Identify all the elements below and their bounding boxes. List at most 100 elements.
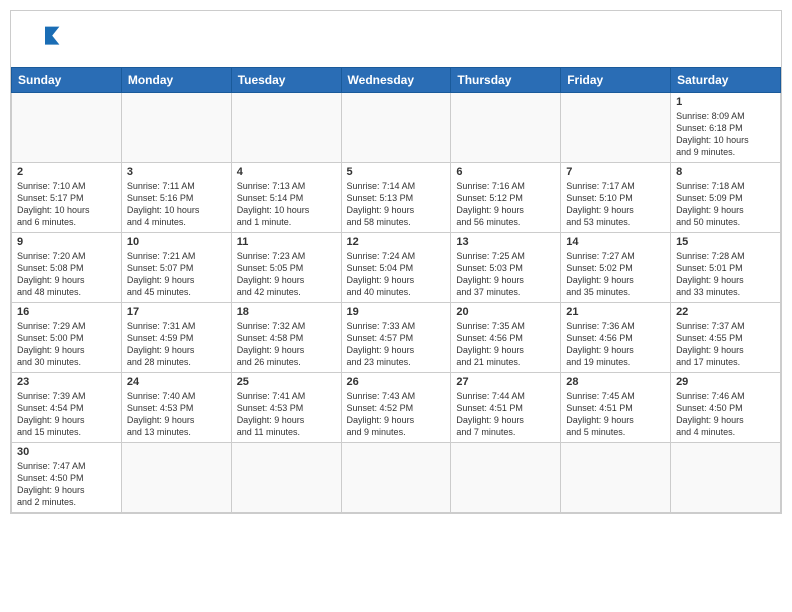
day-number: 19 [347, 306, 446, 318]
day-info: Sunrise: 7:37 AM Sunset: 4:55 PM Dayligh… [676, 320, 775, 369]
logo-icon [27, 23, 63, 59]
calendar-cell: 21 Sunrise: 7:36 AM Sunset: 4:56 PM Dayli… [561, 303, 671, 373]
calendar-cell: 20 Sunrise: 7:35 AM Sunset: 4:56 PM Dayli… [451, 303, 561, 373]
calendar-cell [451, 443, 561, 513]
calendar-cell [231, 443, 341, 513]
day-info: Sunrise: 7:45 AM Sunset: 4:51 PM Dayligh… [566, 390, 665, 439]
calendar-cell: 1 Sunrise: 8:09 AM Sunset: 6:18 PM Daylig… [671, 93, 781, 163]
calendar-cell: 14 Sunrise: 7:27 AM Sunset: 5:02 PM Dayli… [561, 233, 671, 303]
day-info: Sunrise: 7:47 AM Sunset: 4:50 PM Dayligh… [17, 460, 116, 509]
day-number: 21 [566, 306, 665, 318]
day-info: Sunrise: 7:21 AM Sunset: 5:07 PM Dayligh… [127, 250, 226, 299]
calendar-cell: 3 Sunrise: 7:11 AM Sunset: 5:16 PM Daylig… [121, 163, 231, 233]
calendar-cell: 11 Sunrise: 7:23 AM Sunset: 5:05 PM Dayli… [231, 233, 341, 303]
calendar-cell: 9Sunrise: 7:20 AM Sunset: 5:08 PM Daylig… [12, 233, 122, 303]
day-info: Sunrise: 7:41 AM Sunset: 4:53 PM Dayligh… [237, 390, 336, 439]
day-number: 14 [566, 236, 665, 248]
day-info: Sunrise: 7:36 AM Sunset: 4:56 PM Dayligh… [566, 320, 665, 369]
day-info: Sunrise: 8:09 AM Sunset: 6:18 PM Dayligh… [676, 110, 775, 159]
weekday-thursday: Thursday [451, 68, 561, 93]
calendar-cell: 19Sunrise: 7:33 AM Sunset: 4:57 PM Dayli… [341, 303, 451, 373]
week-row-2: 2 Sunrise: 7:10 AM Sunset: 5:17 PM Daylig… [12, 163, 781, 233]
day-info: Sunrise: 7:11 AM Sunset: 5:16 PM Dayligh… [127, 180, 226, 229]
weekday-header-row: SundayMondayTuesdayWednesdayThursdayFrid… [12, 68, 781, 93]
day-info: Sunrise: 7:13 AM Sunset: 5:14 PM Dayligh… [237, 180, 336, 229]
calendar-cell: 17 Sunrise: 7:31 AM Sunset: 4:59 PM Dayli… [121, 303, 231, 373]
calendar-cell: 12 Sunrise: 7:24 AM Sunset: 5:04 PM Dayli… [341, 233, 451, 303]
day-number: 29 [676, 376, 775, 388]
calendar-cell: 23 Sunrise: 7:39 AM Sunset: 4:54 PM Dayli… [12, 373, 122, 443]
weekday-sunday: Sunday [12, 68, 122, 93]
day-number: 13 [456, 236, 555, 248]
day-number: 1 [676, 96, 775, 108]
day-number: 16 [17, 306, 116, 318]
weekday-wednesday: Wednesday [341, 68, 451, 93]
day-number: 10 [127, 236, 226, 248]
calendar-cell [341, 93, 451, 163]
calendar-page: SundayMondayTuesdayWednesdayThursdayFrid… [10, 10, 782, 514]
day-info: Sunrise: 7:35 AM Sunset: 4:56 PM Dayligh… [456, 320, 555, 369]
day-info: Sunrise: 7:32 AM Sunset: 4:58 PM Dayligh… [237, 320, 336, 369]
week-row-4: 16 Sunrise: 7:29 AM Sunset: 5:00 PM Dayli… [12, 303, 781, 373]
day-number: 12 [347, 236, 446, 248]
day-info: Sunrise: 7:24 AM Sunset: 5:04 PM Dayligh… [347, 250, 446, 299]
calendar-cell: 24Sunrise: 7:40 AM Sunset: 4:53 PM Dayli… [121, 373, 231, 443]
day-info: Sunrise: 7:17 AM Sunset: 5:10 PM Dayligh… [566, 180, 665, 229]
day-info: Sunrise: 7:14 AM Sunset: 5:13 PM Dayligh… [347, 180, 446, 229]
calendar-cell: 8 Sunrise: 7:18 AM Sunset: 5:09 PM Daylig… [671, 163, 781, 233]
day-number: 15 [676, 236, 775, 248]
day-info: Sunrise: 7:44 AM Sunset: 4:51 PM Dayligh… [456, 390, 555, 439]
weekday-saturday: Saturday [671, 68, 781, 93]
day-number: 17 [127, 306, 226, 318]
calendar-cell [231, 93, 341, 163]
calendar-cell: 7 Sunrise: 7:17 AM Sunset: 5:10 PM Daylig… [561, 163, 671, 233]
calendar-cell: 25Sunrise: 7:41 AM Sunset: 4:53 PM Dayli… [231, 373, 341, 443]
day-number: 5 [347, 166, 446, 178]
calendar-cell: 16 Sunrise: 7:29 AM Sunset: 5:00 PM Dayli… [12, 303, 122, 373]
day-number: 7 [566, 166, 665, 178]
day-info: Sunrise: 7:27 AM Sunset: 5:02 PM Dayligh… [566, 250, 665, 299]
week-row-3: 9Sunrise: 7:20 AM Sunset: 5:08 PM Daylig… [12, 233, 781, 303]
day-info: Sunrise: 7:10 AM Sunset: 5:17 PM Dayligh… [17, 180, 116, 229]
calendar-cell: 15Sunrise: 7:28 AM Sunset: 5:01 PM Dayli… [671, 233, 781, 303]
day-number: 3 [127, 166, 226, 178]
day-info: Sunrise: 7:16 AM Sunset: 5:12 PM Dayligh… [456, 180, 555, 229]
day-number: 2 [17, 166, 116, 178]
day-info: Sunrise: 7:39 AM Sunset: 4:54 PM Dayligh… [17, 390, 116, 439]
calendar-table: SundayMondayTuesdayWednesdayThursdayFrid… [11, 67, 781, 513]
calendar-cell: 2 Sunrise: 7:10 AM Sunset: 5:17 PM Daylig… [12, 163, 122, 233]
calendar-cell: 5 Sunrise: 7:14 AM Sunset: 5:13 PM Daylig… [341, 163, 451, 233]
day-number: 11 [237, 236, 336, 248]
calendar-cell [561, 443, 671, 513]
calendar-cell: 22 Sunrise: 7:37 AM Sunset: 4:55 PM Dayli… [671, 303, 781, 373]
calendar-cell: 4Sunrise: 7:13 AM Sunset: 5:14 PM Daylig… [231, 163, 341, 233]
header [11, 11, 781, 67]
day-number: 27 [456, 376, 555, 388]
day-number: 28 [566, 376, 665, 388]
calendar-cell [12, 93, 122, 163]
weekday-tuesday: Tuesday [231, 68, 341, 93]
day-number: 26 [347, 376, 446, 388]
day-number: 8 [676, 166, 775, 178]
calendar-cell [341, 443, 451, 513]
weekday-monday: Monday [121, 68, 231, 93]
day-number: 23 [17, 376, 116, 388]
calendar-cell [561, 93, 671, 163]
day-info: Sunrise: 7:23 AM Sunset: 5:05 PM Dayligh… [237, 250, 336, 299]
day-number: 20 [456, 306, 555, 318]
day-info: Sunrise: 7:25 AM Sunset: 5:03 PM Dayligh… [456, 250, 555, 299]
weekday-friday: Friday [561, 68, 671, 93]
day-info: Sunrise: 7:20 AM Sunset: 5:08 PM Dayligh… [17, 250, 116, 299]
week-row-6: 30Sunrise: 7:47 AM Sunset: 4:50 PM Dayli… [12, 443, 781, 513]
calendar-cell: 13 Sunrise: 7:25 AM Sunset: 5:03 PM Dayli… [451, 233, 561, 303]
calendar-cell [121, 93, 231, 163]
day-info: Sunrise: 7:18 AM Sunset: 5:09 PM Dayligh… [676, 180, 775, 229]
calendar-cell [121, 443, 231, 513]
calendar-cell: 27 Sunrise: 7:44 AM Sunset: 4:51 PM Dayli… [451, 373, 561, 443]
calendar-cell: 10 Sunrise: 7:21 AM Sunset: 5:07 PM Dayli… [121, 233, 231, 303]
day-info: Sunrise: 7:40 AM Sunset: 4:53 PM Dayligh… [127, 390, 226, 439]
day-info: Sunrise: 7:46 AM Sunset: 4:50 PM Dayligh… [676, 390, 775, 439]
day-info: Sunrise: 7:31 AM Sunset: 4:59 PM Dayligh… [127, 320, 226, 369]
day-info: Sunrise: 7:29 AM Sunset: 5:00 PM Dayligh… [17, 320, 116, 369]
day-number: 22 [676, 306, 775, 318]
